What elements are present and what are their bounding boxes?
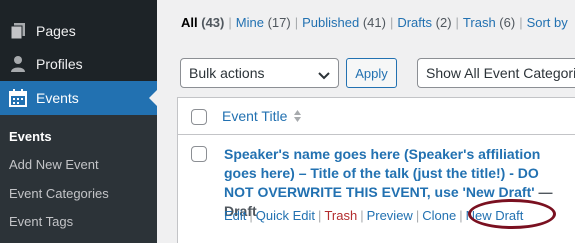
bulk-actions-select[interactable]: Bulk actions [180, 58, 339, 88]
edit-link[interactable]: Edit [224, 208, 246, 223]
view-mine-link[interactable]: Mine (17) [236, 15, 291, 30]
sidebar-item-pages[interactable]: Pages [0, 14, 157, 48]
preview-link[interactable]: Preview [367, 208, 413, 223]
events-submenu: Events Add New Event Event Categories Ev… [0, 115, 157, 243]
highlight-annotation-circle [468, 199, 556, 229]
bulk-actions-label: Bulk actions [189, 65, 265, 81]
event-title-link[interactable]: Speaker's name goes here (Speaker's affi… [224, 146, 540, 200]
user-icon [0, 55, 36, 73]
submenu-events[interactable]: Events [9, 129, 52, 144]
pages-icon [0, 22, 36, 40]
main-content: All (43) | Mine (17) | Published (41) | Drafts… [157, 0, 575, 243]
column-event-title[interactable]: Event Title [222, 108, 302, 124]
clone-link[interactable]: Clone [422, 208, 456, 223]
row-checkbox[interactable] [191, 146, 207, 162]
submenu-event-categories[interactable]: Event Categories [9, 186, 109, 201]
sort-by-link[interactable]: Sort by [527, 15, 568, 30]
admin-sidebar: Pages Profiles Events Events Add New Eve… [0, 0, 157, 243]
view-all-link[interactable]: All (43) [181, 15, 224, 30]
column-title-label: Event Title [222, 108, 288, 124]
trash-link[interactable]: Trash [324, 208, 357, 223]
table-header: Event Title [178, 98, 575, 135]
calendar-icon [0, 89, 36, 107]
sidebar-item-profiles[interactable]: Profiles [0, 47, 157, 81]
status-filter-links: All (43) | Mine (17) | Published (41) | Drafts… [181, 15, 568, 30]
sidebar-item-events[interactable]: Events [0, 81, 157, 115]
chevron-down-icon [318, 68, 330, 84]
sort-icon [293, 109, 302, 123]
sidebar-item-label: Profiles [36, 56, 83, 72]
event-category-filter-label: Show All Event Categories [426, 65, 575, 81]
events-table: Event Title Speaker's name goes here (Sp… [177, 97, 575, 243]
event-category-filter-select[interactable]: Show All Event Categories [417, 58, 575, 88]
submenu-add-new-event[interactable]: Add New Event [9, 157, 99, 172]
apply-button[interactable]: Apply [346, 58, 397, 88]
submenu-event-tags[interactable]: Event Tags [9, 214, 73, 229]
quick-edit-link[interactable]: Quick Edit [256, 208, 315, 223]
view-published-link[interactable]: Published (41) [302, 15, 386, 30]
select-all-checkbox[interactable] [191, 109, 207, 125]
view-drafts-link[interactable]: Drafts (2) [397, 15, 451, 30]
sidebar-item-label: Pages [36, 23, 76, 39]
view-trash-link[interactable]: Trash (6) [463, 15, 515, 30]
sidebar-item-label: Events [36, 90, 79, 106]
